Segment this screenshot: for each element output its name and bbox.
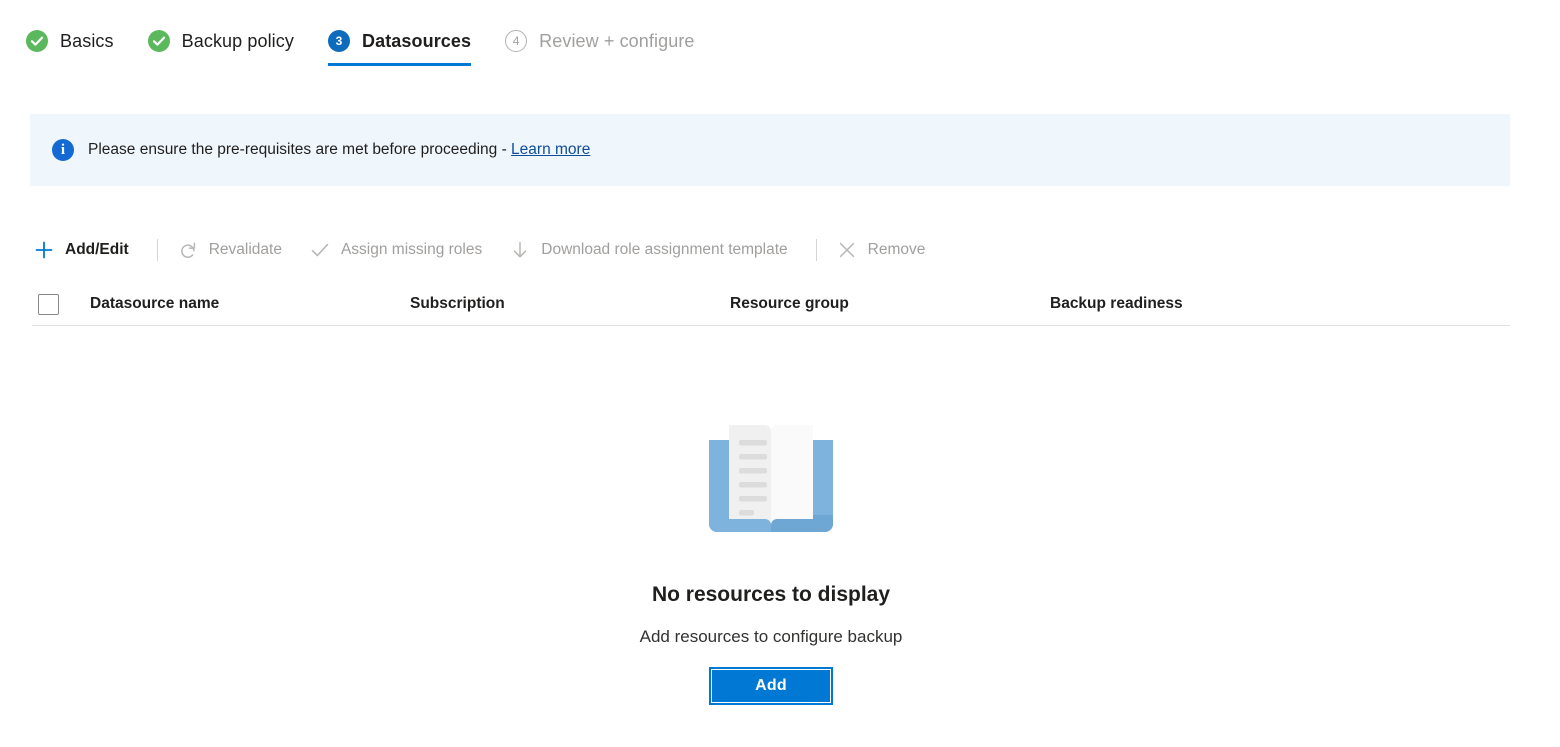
assign-missing-roles-button[interactable]: Assign missing roles (308, 232, 492, 268)
empty-state-title: No resources to display (651, 583, 891, 606)
banner-text: Please ensure the pre-requisites are met… (88, 141, 512, 158)
step-number-badge: 3 (327, 30, 350, 52)
toolbar-separator (156, 239, 158, 261)
wizard-step-review-configure[interactable]: 4 Review + configure (505, 30, 694, 66)
banner-message: Please ensure the pre-requisites are met… (88, 141, 590, 159)
select-all-checkbox[interactable] (38, 293, 59, 315)
remove-label: Remove (867, 241, 926, 258)
info-icon: i (52, 139, 74, 161)
wizard-step-label: Review + configure (539, 30, 695, 51)
add-button[interactable]: Add (709, 667, 833, 705)
remove-button[interactable]: Remove (835, 232, 936, 268)
wizard-step-backup-policy[interactable]: Backup policy (147, 30, 294, 66)
add-edit-button[interactable]: Add/Edit (32, 232, 139, 268)
table-header-row: Datasource name Subscription Resource gr… (32, 283, 1510, 326)
revalidate-label: Revalidate (208, 241, 282, 258)
select-all-cell (32, 293, 90, 315)
prerequisites-info-banner: i Please ensure the pre-requisites are m… (30, 114, 1510, 186)
wizard-step-label: Backup policy (181, 30, 294, 51)
add-edit-label: Add/Edit (65, 241, 129, 258)
download-role-assignment-template-button[interactable]: Download role assignment template (508, 232, 797, 268)
step-number-badge: 4 (505, 30, 528, 52)
column-header-resource-group[interactable]: Resource group (730, 295, 1050, 313)
wizard-step-datasources[interactable]: 3 Datasources (327, 30, 472, 66)
empty-state: No resources to display Add resources to… (32, 330, 1510, 705)
checkmark-icon (308, 238, 332, 262)
column-header-subscription[interactable]: Subscription (410, 295, 730, 313)
empty-state-subtitle: Add resources to configure backup (639, 627, 903, 646)
download-role-assignment-template-label: Download role assignment template (541, 241, 788, 258)
assign-missing-roles-label: Assign missing roles (340, 241, 483, 258)
close-x-icon (835, 238, 859, 262)
datasources-command-bar: Add/Edit Revalidate Assign missing roles… (32, 230, 951, 270)
datasources-table: Datasource name Subscription Resource gr… (32, 283, 1510, 326)
download-arrow-icon (508, 238, 532, 262)
toolbar-separator (815, 239, 817, 261)
wizard-step-label: Basics (60, 30, 114, 51)
wizard-step-basics[interactable]: Basics (26, 30, 114, 66)
learn-more-link[interactable]: Learn more (511, 141, 590, 158)
column-header-backup-readiness[interactable]: Backup readiness (1050, 295, 1370, 313)
open-book-icon (697, 412, 845, 550)
check-icon (26, 30, 48, 52)
revalidate-button[interactable]: Revalidate (176, 232, 292, 268)
plus-icon (32, 238, 56, 262)
wizard-step-header: Basics Backup policy 3 Datasources 4 Rev… (0, 0, 1560, 66)
refresh-icon (176, 238, 200, 262)
column-header-datasource-name[interactable]: Datasource name (90, 295, 410, 313)
wizard-step-label: Datasources (361, 30, 472, 51)
check-icon (147, 30, 170, 52)
